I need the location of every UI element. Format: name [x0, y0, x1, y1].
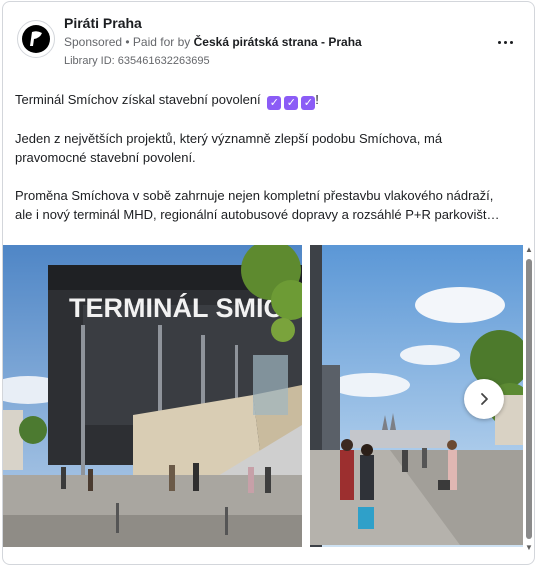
library-id: Library ID: 635461632263695: [64, 55, 210, 67]
paragraph-3: Proměna Smíchova v sobě zahrnuje nejen k…: [15, 186, 525, 224]
paid-for-prefix: • Paid for by: [125, 35, 191, 49]
carousel-image-terminal[interactable]: TERMINÁL SMÍCHOV: [3, 245, 302, 547]
page-avatar[interactable]: [17, 20, 55, 58]
scroll-down-arrow-icon[interactable]: ▼: [524, 543, 534, 553]
payer-link[interactable]: Česká pirátská strana - Praha: [194, 35, 362, 49]
post-text: Terminál Smíchov získal stavební povolen…: [15, 90, 525, 224]
scroll-up-arrow-icon[interactable]: ▲: [524, 245, 534, 255]
post-header: Piráti Praha Sponsored • Paid for by Čes…: [3, 2, 534, 82]
vertical-scrollbar[interactable]: ▲ ▼: [523, 245, 534, 557]
headline-end: !: [315, 92, 319, 107]
check-mark-button-emoji: ✓: [284, 96, 299, 110]
more-dots-icon: [497, 40, 501, 44]
carousel-next-button[interactable]: [464, 379, 504, 419]
scrollbar-thumb[interactable]: [526, 259, 532, 539]
paragraph-2: Jeden z největších projektů, který význa…: [15, 129, 525, 167]
ad-card: Piráti Praha Sponsored • Paid for by Čes…: [2, 1, 535, 565]
terminal-render-image: TERMINÁL SMÍCHOV: [3, 245, 302, 547]
chevron-right-icon: [481, 393, 488, 405]
more-dot: [509, 40, 513, 44]
check-mark-button-emoji: ✓: [301, 96, 316, 110]
paragraph-3-line-1: Proměna Smíchova v sobě zahrnuje nejen k…: [15, 188, 494, 203]
sponsored-label: Sponsored: [64, 35, 123, 49]
paragraph-2-line-1: Jeden z největších projektů, který význa…: [15, 131, 443, 146]
headline-paragraph: Terminál Smíchov získal stavební povolen…: [15, 90, 525, 110]
sponsored-meta: Sponsored • Paid for by Česká pirátská s…: [64, 35, 362, 49]
pirate-flag-logo: [22, 25, 50, 53]
paragraph-3-line-2: ale i nový terminál MHD, regionální auto…: [15, 207, 500, 222]
image-carousel: TERMINÁL SMÍCHOV: [3, 245, 523, 547]
more-dot: [503, 40, 507, 44]
page-name[interactable]: Piráti Praha: [64, 15, 142, 31]
more-options-button[interactable]: [493, 32, 517, 52]
headline-text: Terminál Smíchov získal stavební povolen…: [15, 92, 261, 107]
check-mark-button-emoji: ✓: [267, 96, 282, 110]
paragraph-2-line-2: pravomocné stavební povolení.: [15, 150, 196, 165]
